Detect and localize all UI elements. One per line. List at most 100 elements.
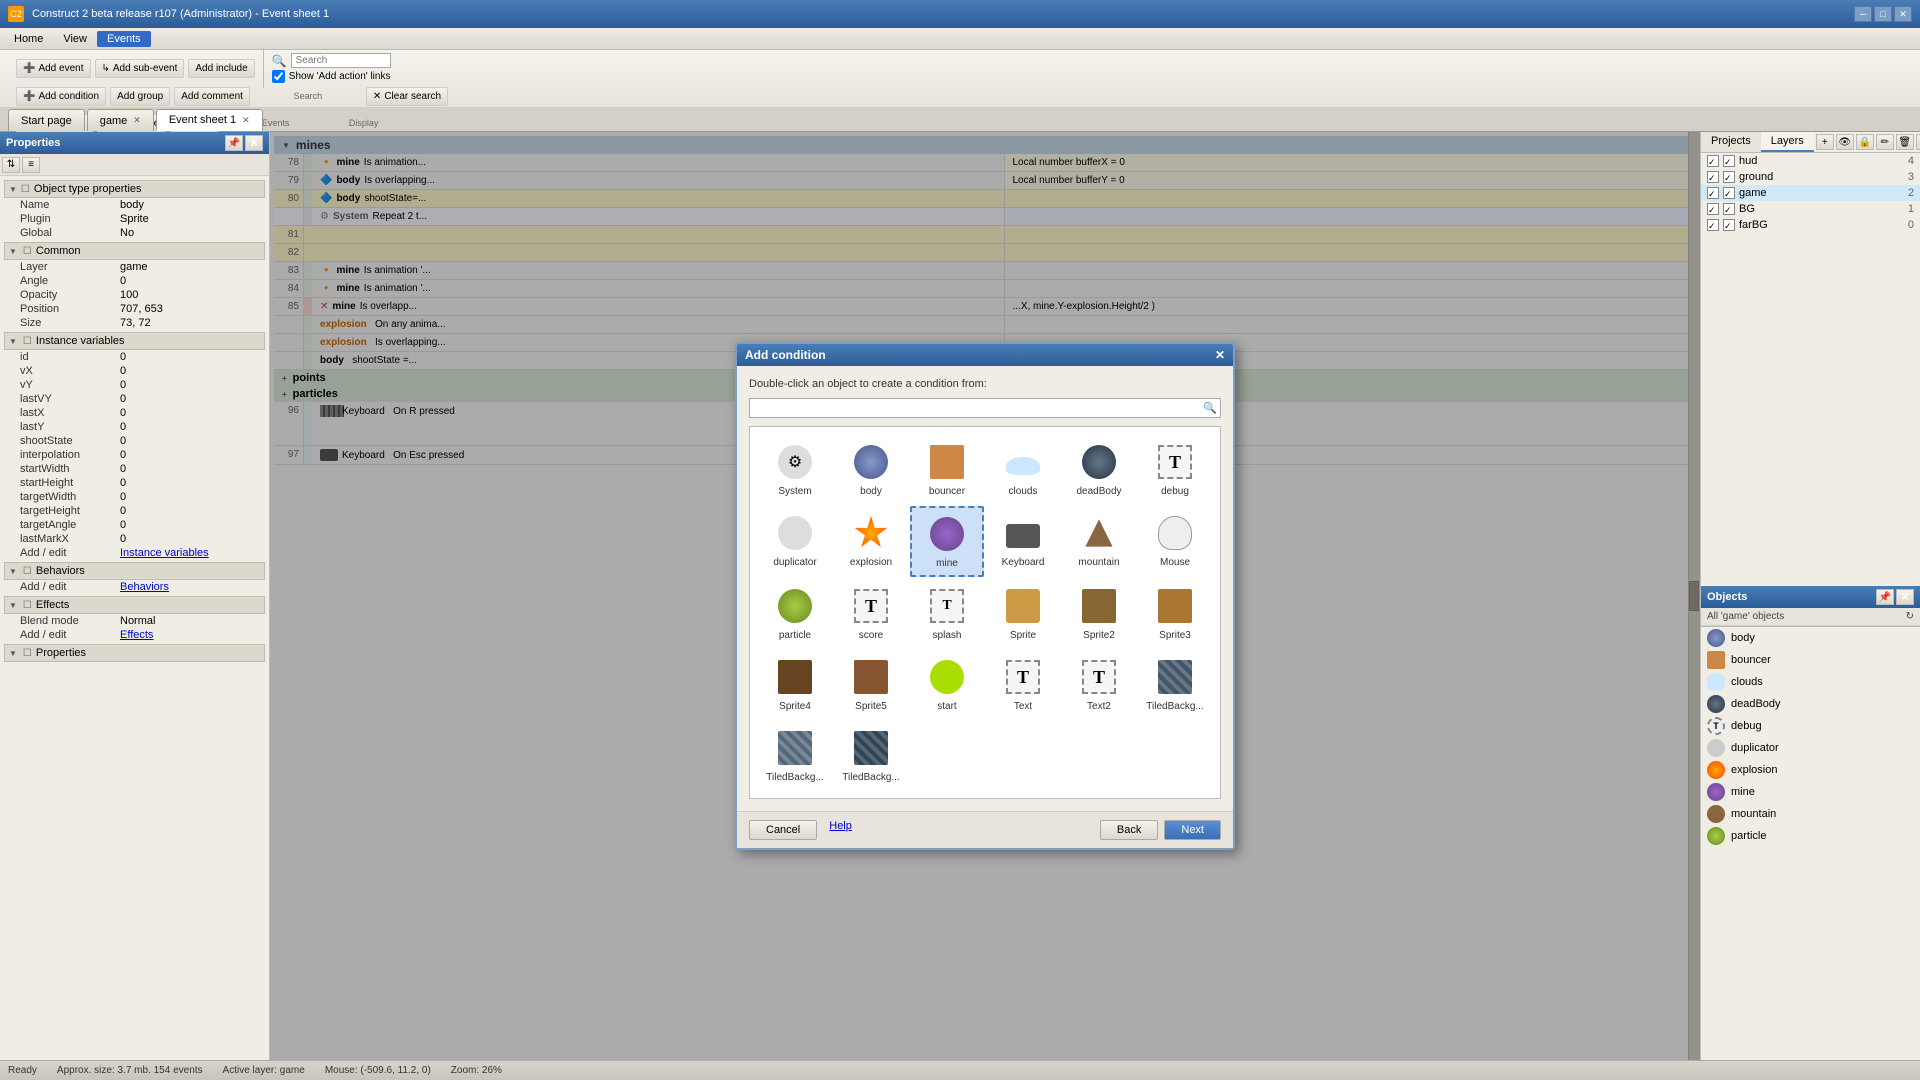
object-bouncer[interactable]: bouncer — [1701, 649, 1920, 671]
add-group-button[interactable]: Add group — [110, 87, 170, 106]
grid-item-particle[interactable]: particle — [758, 579, 832, 648]
layers-eye-btn[interactable]: 👁 — [1836, 134, 1854, 150]
layer-farbg-check[interactable] — [1707, 219, 1719, 231]
object-debug[interactable]: T debug — [1701, 715, 1920, 737]
menu-view[interactable]: View — [53, 31, 97, 47]
layers-del-btn[interactable]: 🗑 — [1896, 134, 1914, 150]
layer-game-check[interactable] — [1707, 187, 1719, 199]
tab-projects[interactable]: Projects — [1701, 132, 1761, 152]
object-clouds[interactable]: clouds — [1701, 671, 1920, 693]
tab-event-sheet-close[interactable]: ✕ — [242, 115, 250, 126]
grid-item-mine[interactable]: mine — [910, 506, 984, 577]
modal-search-input[interactable] — [749, 398, 1221, 418]
objects-refresh-icon[interactable]: ↻ — [1906, 611, 1914, 622]
clear-search-button[interactable]: ✕ Clear search — [366, 87, 448, 106]
back-button[interactable]: Back — [1100, 820, 1158, 840]
minimize-button[interactable]: ─ — [1854, 6, 1872, 22]
instance-vars-header[interactable]: ▼ ☐ Instance variables — [4, 332, 265, 350]
layer-hud[interactable]: hud 4 — [1701, 153, 1920, 169]
tab-game-close[interactable]: ✕ — [133, 115, 141, 126]
modal-close-button[interactable]: ✕ — [1215, 348, 1225, 362]
tab-start-page[interactable]: Start page — [8, 109, 85, 131]
grid-item-system[interactable]: ⚙ System — [758, 435, 832, 504]
effects-header[interactable]: ▼ ☐ Effects — [4, 596, 265, 614]
objects-close[interactable]: ✕ — [1896, 589, 1914, 605]
grid-item-debug[interactable]: T debug — [1138, 435, 1212, 504]
grid-item-text[interactable]: T Text — [986, 650, 1060, 719]
grid-item-deadbody[interactable]: deadBody — [1062, 435, 1136, 504]
layer-bg[interactable]: BG 1 — [1701, 201, 1920, 217]
effects-link[interactable]: Effects — [120, 629, 261, 641]
grid-item-clouds[interactable]: clouds — [986, 435, 1060, 504]
grid-item-tiled3[interactable]: TiledBackg... — [834, 721, 908, 790]
add-condition-button[interactable]: ➕ Add condition — [16, 87, 106, 106]
maximize-button[interactable]: □ — [1874, 6, 1892, 22]
grid-item-sprite4[interactable]: Sprite4 — [758, 650, 832, 719]
grid-item-sprite3[interactable]: Sprite3 — [1138, 579, 1212, 648]
grid-item-sprite5[interactable]: Sprite5 — [834, 650, 908, 719]
grid-item-explosion[interactable]: explosion — [834, 506, 908, 577]
instance-link[interactable]: Instance variables — [120, 547, 261, 559]
objects-pin[interactable]: 📌 — [1876, 589, 1894, 605]
layers-add-btn[interactable]: + — [1816, 134, 1834, 150]
menu-home[interactable]: Home — [4, 31, 53, 47]
cancel-button[interactable]: Cancel — [749, 820, 817, 840]
add-event-button[interactable]: ➕ Add event — [16, 59, 91, 78]
object-explosion[interactable]: explosion — [1701, 759, 1920, 781]
grid-item-tiled1[interactable]: TiledBackg... — [1138, 650, 1212, 719]
grid-item-bouncer[interactable]: bouncer — [910, 435, 984, 504]
grid-item-score[interactable]: T score — [834, 579, 908, 648]
object-body[interactable]: body — [1701, 627, 1920, 649]
properties2-header[interactable]: ▼ ☐ Properties — [4, 644, 265, 662]
menu-events[interactable]: Events — [97, 31, 151, 47]
object-particle[interactable]: particle — [1701, 825, 1920, 847]
common-header[interactable]: ▼ ☐ Common — [4, 242, 265, 260]
object-type-header[interactable]: ▼ ☐ Object type properties — [4, 180, 265, 198]
layer-ground[interactable]: ground 3 — [1701, 169, 1920, 185]
grid-item-splash[interactable]: T splash — [910, 579, 984, 648]
grid-item-sprite[interactable]: Sprite — [986, 579, 1060, 648]
add-comment-button[interactable]: Add comment — [174, 87, 250, 106]
layer-farbg-lock[interactable] — [1723, 219, 1735, 231]
sort-alpha-button[interactable]: ⇅ — [2, 157, 20, 173]
object-duplicator[interactable]: duplicator — [1701, 737, 1920, 759]
show-add-action-checkbox[interactable] — [272, 70, 285, 83]
object-mine[interactable]: mine — [1701, 781, 1920, 803]
grid-item-mountain[interactable]: mountain — [1062, 506, 1136, 577]
sort-category-button[interactable]: ≡ — [22, 157, 40, 173]
object-deadbody[interactable]: deadBody — [1701, 693, 1920, 715]
add-include-button[interactable]: Add include — [188, 59, 254, 78]
layer-ground-check[interactable] — [1707, 171, 1719, 183]
close-button[interactable]: ✕ — [1894, 6, 1912, 22]
panel-close-button[interactable]: ✕ — [245, 135, 263, 151]
layers-up-btn[interactable]: ↑ — [1916, 134, 1920, 150]
object-mountain[interactable]: mountain — [1701, 803, 1920, 825]
tab-game[interactable]: game ✕ — [87, 109, 154, 131]
grid-item-tiled2[interactable]: TiledBackg... — [758, 721, 832, 790]
next-button[interactable]: Next — [1164, 820, 1221, 840]
layer-game-lock[interactable] — [1723, 187, 1735, 199]
layers-edit-btn[interactable]: ✏ — [1876, 134, 1894, 150]
layer-hud-lock[interactable] — [1723, 155, 1735, 167]
grid-item-body[interactable]: body — [834, 435, 908, 504]
layers-lock-btn[interactable]: 🔒 — [1856, 134, 1874, 150]
layer-farbg[interactable]: farBG 0 — [1701, 217, 1920, 233]
behaviors-link[interactable]: Behaviors — [120, 581, 261, 593]
add-sub-event-button[interactable]: ↳ Add sub-event — [95, 59, 185, 78]
tab-layers[interactable]: Layers — [1761, 132, 1814, 152]
grid-item-keyboard[interactable]: Keyboard — [986, 506, 1060, 577]
layer-bg-check[interactable] — [1707, 203, 1719, 215]
panel-pin-button[interactable]: 📌 — [225, 135, 243, 151]
grid-item-mouse[interactable]: Mouse — [1138, 506, 1212, 577]
grid-item-text2[interactable]: T Text2 — [1062, 650, 1136, 719]
grid-item-start[interactable]: start — [910, 650, 984, 719]
layer-ground-lock[interactable] — [1723, 171, 1735, 183]
behaviors-header[interactable]: ▼ ☐ Behaviors — [4, 562, 265, 580]
layer-hud-check[interactable] — [1707, 155, 1719, 167]
help-link[interactable]: Help — [829, 820, 852, 840]
layer-bg-lock[interactable] — [1723, 203, 1735, 215]
search-input[interactable] — [291, 53, 391, 68]
layer-game[interactable]: game 2 — [1701, 185, 1920, 201]
grid-item-sprite2[interactable]: Sprite2 — [1062, 579, 1136, 648]
grid-item-duplicator[interactable]: duplicator — [758, 506, 832, 577]
